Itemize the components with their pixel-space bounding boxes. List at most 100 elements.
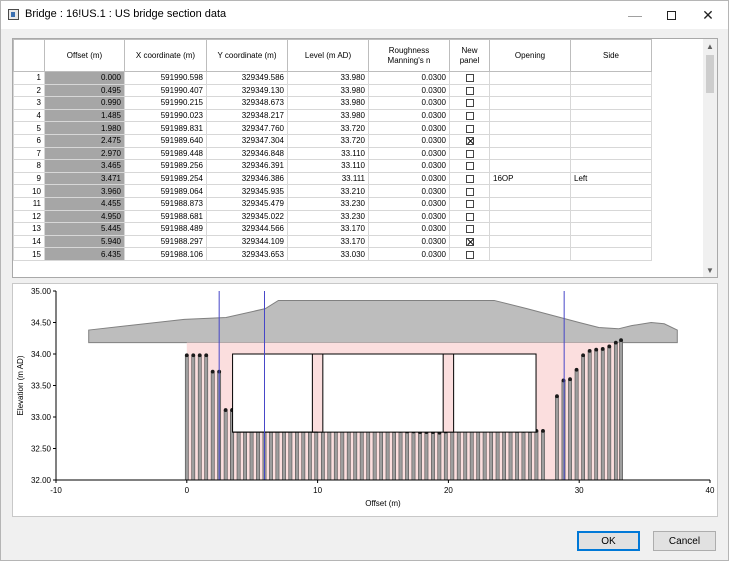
level-cell[interactable]: 33.720 <box>287 133 369 148</box>
table-row[interactable]: 6 2.475 591989.640 329347.304 33.720 0.0300 <box>13 133 652 148</box>
offset-cell[interactable]: 0.990 <box>44 96 125 110</box>
side-cell[interactable] <box>570 247 652 261</box>
table-row[interactable]: 8 3.465 591989.256 329346.391 33.110 0.0300 <box>13 159 652 173</box>
ok-button[interactable]: OK <box>577 531 640 551</box>
opening-cell[interactable]: 16OP <box>489 171 571 186</box>
scroll-down-arrow[interactable]: ▼ <box>703 263 717 277</box>
roughness-cell[interactable]: 0.0300 <box>368 146 450 161</box>
level-cell[interactable]: 33.980 <box>287 96 369 110</box>
side-cell[interactable] <box>570 146 652 161</box>
cancel-button[interactable]: Cancel <box>653 531 716 551</box>
roughness-cell[interactable]: 0.0300 <box>368 184 450 198</box>
table-row[interactable]: 2 0.495 591990.407 329349.130 33.980 0.0300 <box>13 83 652 98</box>
new-panel-checkbox[interactable] <box>465 124 474 133</box>
new-panel-cell[interactable] <box>449 71 490 85</box>
new-panel-cell[interactable] <box>449 247 490 261</box>
new-panel-checkbox[interactable] <box>465 74 474 83</box>
column-header-5[interactable]: Roughness Manning's n <box>368 39 450 72</box>
offset-cell[interactable]: 3.960 <box>44 184 125 198</box>
opening-cell[interactable] <box>489 121 571 135</box>
new-panel-checkbox[interactable] <box>465 111 474 120</box>
level-cell[interactable]: 33.030 <box>287 247 369 261</box>
opening-cell[interactable] <box>489 234 571 249</box>
column-header-3[interactable]: Y coordinate (m) <box>206 39 288 72</box>
new-panel-cell[interactable] <box>449 196 490 211</box>
x-coordinate-cell[interactable]: 591988.297 <box>124 234 207 249</box>
x-coordinate-cell[interactable]: 591988.873 <box>124 196 207 211</box>
offset-cell[interactable]: 4.455 <box>44 196 125 211</box>
vertical-scrollbar[interactable]: ▲ ▼ <box>703 39 717 277</box>
opening-cell[interactable] <box>489 96 571 110</box>
roughness-cell[interactable]: 0.0300 <box>368 234 450 249</box>
column-header-8[interactable]: Side <box>570 39 652 72</box>
roughness-cell[interactable]: 0.0300 <box>368 96 450 110</box>
new-panel-checkbox[interactable] <box>465 200 474 209</box>
new-panel-cell[interactable] <box>449 146 490 161</box>
side-cell[interactable] <box>570 184 652 198</box>
column-header-7[interactable]: Opening <box>489 39 571 72</box>
table-row[interactable]: 1 0.000 591990.598 329349.586 33.980 0.0300 <box>13 71 652 85</box>
new-panel-checkbox[interactable] <box>465 237 474 246</box>
x-coordinate-cell[interactable]: 591988.681 <box>124 209 207 224</box>
new-panel-cell[interactable] <box>449 184 490 198</box>
roughness-cell[interactable]: 0.0300 <box>368 196 450 211</box>
y-coordinate-cell[interactable]: 329348.217 <box>206 108 288 123</box>
table-row[interactable]: 9 3.471 591989.254 329346.386 33.111 0.0300 16… <box>13 171 652 186</box>
side-cell[interactable] <box>570 196 652 211</box>
column-header-6[interactable]: New panel <box>449 39 490 72</box>
y-coordinate-cell[interactable]: 329345.935 <box>206 184 288 198</box>
level-cell[interactable]: 33.980 <box>287 108 369 123</box>
new-panel-cell[interactable] <box>449 96 490 110</box>
y-coordinate-cell[interactable]: 329346.386 <box>206 171 288 186</box>
table-row[interactable]: 3 0.990 591990.215 329348.673 33.980 0.0300 <box>13 96 652 110</box>
new-panel-checkbox[interactable] <box>465 187 474 196</box>
column-header-2[interactable]: X coordinate (m) <box>124 39 207 72</box>
new-panel-cell[interactable] <box>449 222 490 236</box>
level-cell[interactable]: 33.110 <box>287 159 369 173</box>
opening-cell[interactable] <box>489 196 571 211</box>
new-panel-checkbox[interactable] <box>465 174 474 183</box>
side-cell[interactable] <box>570 234 652 249</box>
opening-cell[interactable] <box>489 222 571 236</box>
x-coordinate-cell[interactable]: 591990.215 <box>124 96 207 110</box>
offset-cell[interactable]: 3.465 <box>44 159 125 173</box>
x-coordinate-cell[interactable]: 591990.407 <box>124 83 207 98</box>
side-cell[interactable] <box>570 159 652 173</box>
y-coordinate-cell[interactable]: 329347.760 <box>206 121 288 135</box>
new-panel-cell[interactable] <box>449 133 490 148</box>
side-cell[interactable] <box>570 209 652 224</box>
roughness-cell[interactable]: 0.0300 <box>368 159 450 173</box>
column-header-1[interactable]: Offset (m) <box>44 39 125 72</box>
opening-cell[interactable] <box>489 133 571 148</box>
y-coordinate-cell[interactable]: 329348.673 <box>206 96 288 110</box>
new-panel-checkbox[interactable] <box>465 149 474 158</box>
level-cell[interactable]: 33.230 <box>287 196 369 211</box>
table-row[interactable]: 11 4.455 591988.873 329345.479 33.230 0.0300 <box>13 196 652 211</box>
level-cell[interactable]: 33.111 <box>287 171 369 186</box>
table-row[interactable]: 15 6.435 591988.106 329343.653 33.030 0.0300 <box>13 247 652 261</box>
x-coordinate-cell[interactable]: 591990.598 <box>124 71 207 85</box>
roughness-cell[interactable]: 0.0300 <box>368 83 450 98</box>
offset-cell[interactable]: 0.000 <box>44 71 125 85</box>
offset-cell[interactable]: 1.485 <box>44 108 125 123</box>
new-panel-checkbox[interactable] <box>465 162 474 171</box>
table-row[interactable]: 7 2.970 591989.448 329346.848 33.110 0.0300 <box>13 146 652 161</box>
offset-cell[interactable]: 5.940 <box>44 234 125 249</box>
table-row[interactable]: 12 4.950 591988.681 329345.022 33.230 0.0300 <box>13 209 652 224</box>
new-panel-cell[interactable] <box>449 159 490 173</box>
x-coordinate-cell[interactable]: 591990.023 <box>124 108 207 123</box>
level-cell[interactable]: 33.980 <box>287 83 369 98</box>
close-button[interactable]: ✕ <box>690 1 726 29</box>
opening-cell[interactable] <box>489 209 571 224</box>
y-coordinate-cell[interactable]: 329349.586 <box>206 71 288 85</box>
offset-cell[interactable]: 3.471 <box>44 171 125 186</box>
level-cell[interactable]: 33.170 <box>287 234 369 249</box>
roughness-cell[interactable]: 0.0300 <box>368 71 450 85</box>
y-coordinate-cell[interactable]: 329346.848 <box>206 146 288 161</box>
x-coordinate-cell[interactable]: 591989.064 <box>124 184 207 198</box>
roughness-cell[interactable]: 0.0300 <box>368 108 450 123</box>
side-cell[interactable] <box>570 108 652 123</box>
scroll-thumb[interactable] <box>706 55 714 93</box>
new-panel-checkbox[interactable] <box>465 137 474 146</box>
x-coordinate-cell[interactable]: 591989.640 <box>124 133 207 148</box>
